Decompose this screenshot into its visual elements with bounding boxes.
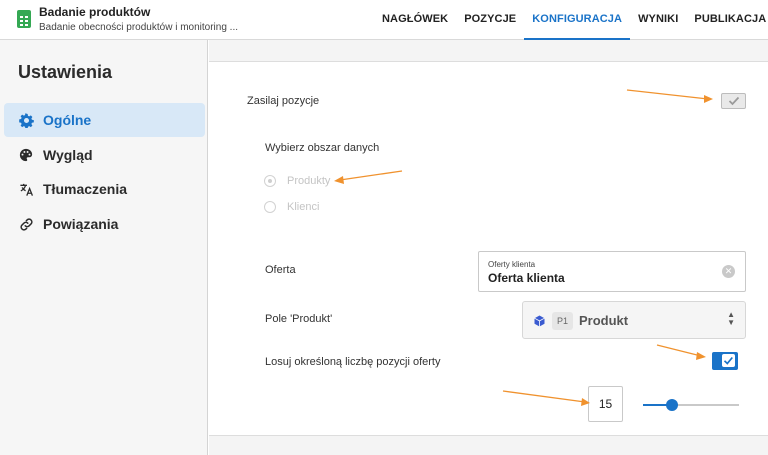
spreadsheet-icon: [17, 10, 31, 28]
offer-label: Oferta: [265, 264, 296, 276]
check-icon: [723, 356, 733, 365]
link-icon: [18, 216, 34, 232]
feed-items-checkbox[interactable]: [721, 93, 746, 109]
sidebar-item-label: Ogólne: [43, 112, 92, 128]
check-icon: [728, 96, 739, 106]
product-field-select[interactable]: P1 Produkt ▲ ▼: [522, 301, 746, 339]
main-nav: NAGŁÓWEK POZYCJE KONFIGURACJA WYNIKI PUB…: [374, 0, 768, 40]
tab-pozycje[interactable]: POZYCJE: [456, 0, 524, 40]
radio-klienci-label: Klienci: [287, 201, 320, 213]
tab-konfiguracja[interactable]: KONFIGURACJA: [524, 0, 631, 40]
sidebar-item-label: Powiązania: [43, 216, 119, 232]
updown-chevron-icon: ▲ ▼: [727, 310, 735, 327]
data-area-label: Wybierz obszar danych: [265, 142, 380, 154]
random-count-checkbox[interactable]: [712, 352, 738, 370]
app-subtitle: Badanie obecności produktów i monitoring…: [39, 22, 239, 33]
sidebar-item-label: Wygląd: [43, 147, 93, 163]
top-bar: Badanie produktów Badanie obecności prod…: [0, 0, 768, 40]
settings-sidebar: Ustawienia Ogólne Wygląd Tłumaczenia Pow…: [0, 40, 208, 455]
sidebar-item-ogolne[interactable]: Ogólne: [4, 103, 205, 137]
offer-field[interactable]: Oferty klienta Oferta klienta ✕: [478, 251, 746, 292]
sidebar-item-tlumaczenia[interactable]: Tłumaczenia: [4, 172, 205, 206]
radio-produkty-label: Produkty: [287, 175, 331, 187]
radio-klienci[interactable]: [264, 201, 276, 213]
radio-produkty[interactable]: [264, 175, 276, 187]
sidebar-title: Ustawienia: [18, 62, 113, 82]
sidebar-item-powiazania[interactable]: Powiązania: [4, 207, 205, 241]
random-count-label: Losuj określoną liczbę pozycji oferty: [265, 356, 441, 368]
count-input[interactable]: 15: [588, 386, 623, 422]
product-badge: P1: [552, 312, 574, 330]
clear-icon[interactable]: ✕: [722, 265, 735, 278]
app-title: Badanie produktów: [39, 5, 151, 19]
offer-field-label: Oferty klienta: [488, 260, 536, 269]
product-select-value: Produkt: [579, 313, 629, 328]
tab-publikacja[interactable]: PUBLIKACJA: [686, 0, 768, 40]
slider-thumb[interactable]: [665, 399, 678, 411]
sidebar-item-label: Tłumaczenia: [43, 181, 128, 197]
product-field-label: Pole 'Produkt': [265, 313, 333, 325]
settings-content: Zasilaj pozycje Wybierz obszar danych Pr…: [209, 40, 768, 455]
translate-icon: [18, 181, 34, 197]
general-settings-panel: Zasilaj pozycje Wybierz obszar danych Pr…: [209, 61, 768, 436]
tab-naglowek[interactable]: NAGŁÓWEK: [374, 0, 456, 40]
offer-field-value: Oferta klienta: [488, 271, 565, 285]
gear-icon: [18, 112, 34, 128]
sidebar-item-wyglad[interactable]: Wygląd: [4, 138, 205, 172]
palette-icon: [18, 147, 34, 163]
cube-icon: [534, 315, 545, 327]
feed-items-label: Zasilaj pozycje: [247, 95, 320, 107]
tab-wyniki[interactable]: WYNIKI: [630, 0, 686, 40]
